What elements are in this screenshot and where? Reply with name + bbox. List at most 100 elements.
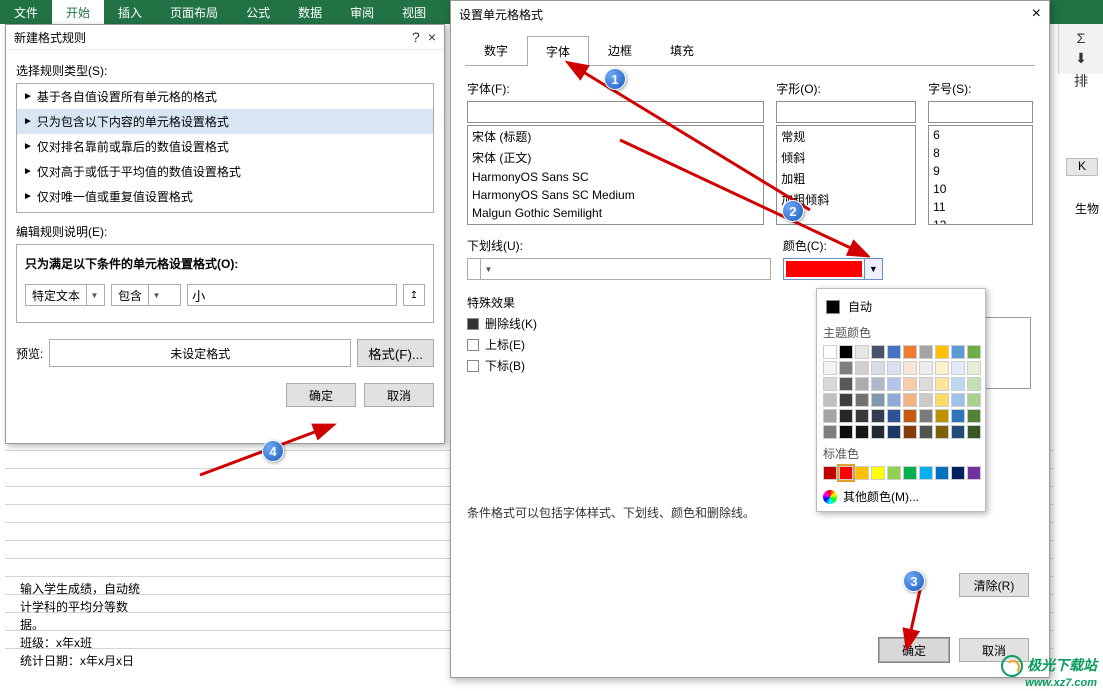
size-opt-5[interactable]: 12 <box>929 216 1032 225</box>
color-swatch[interactable] <box>839 393 853 407</box>
color-swatch[interactable] <box>919 466 933 480</box>
color-swatch[interactable] <box>887 377 901 391</box>
color-swatch[interactable] <box>967 425 981 439</box>
color-swatch[interactable] <box>967 377 981 391</box>
color-swatch[interactable] <box>951 409 965 423</box>
size-opt-0[interactable]: 6 <box>929 126 1032 144</box>
color-swatch[interactable] <box>951 361 965 375</box>
font-input[interactable] <box>467 101 764 123</box>
style-opt-2[interactable]: 加粗 <box>777 168 915 189</box>
tab-fill[interactable]: 填充 <box>651 35 713 65</box>
color-swatch[interactable] <box>871 361 885 375</box>
size-opt-1[interactable]: 8 <box>929 144 1032 162</box>
ribbon-tab-view[interactable]: 视图 <box>388 0 440 25</box>
column-header-k[interactable]: K <box>1066 158 1098 176</box>
condition-type-combo[interactable]: 特定文本▼ <box>25 284 105 306</box>
rule-item-2[interactable]: ►仅对排名靠前或靠后的数值设置格式 <box>17 134 433 159</box>
size-opt-4[interactable]: 11 <box>929 198 1032 216</box>
close-icon[interactable]: × <box>428 29 436 45</box>
color-swatch[interactable] <box>887 361 901 375</box>
auto-color-row[interactable]: 自动 <box>823 295 979 318</box>
style-opt-3[interactable]: 加粗倾斜 <box>777 189 915 210</box>
color-swatch[interactable] <box>823 377 837 391</box>
chevron-down-icon[interactable]: ▼ <box>864 259 882 279</box>
ribbon-tab-data[interactable]: 数据 <box>284 0 336 25</box>
ribbon-tab-layout[interactable]: 页面布局 <box>156 0 232 25</box>
color-swatch[interactable] <box>823 361 837 375</box>
color-swatch[interactable] <box>823 393 837 407</box>
color-swatch[interactable] <box>855 409 869 423</box>
style-list[interactable]: 常规 倾斜 加粗 加粗倾斜 <box>776 125 916 225</box>
style-input[interactable] <box>776 101 916 123</box>
color-swatch[interactable] <box>919 409 933 423</box>
color-swatch[interactable] <box>839 425 853 439</box>
ribbon-tab-file[interactable]: 文件 <box>0 0 52 25</box>
tab-border[interactable]: 边框 <box>589 35 651 65</box>
color-swatch[interactable] <box>871 393 885 407</box>
color-swatch[interactable] <box>951 393 965 407</box>
color-swatch[interactable] <box>903 425 917 439</box>
tab-font[interactable]: 字体 <box>527 36 589 66</box>
size-input[interactable] <box>928 101 1033 123</box>
style-opt-0[interactable]: 常规 <box>777 126 915 147</box>
color-swatch[interactable] <box>871 345 885 359</box>
fill-icon[interactable]: ⬇ <box>1075 50 1087 67</box>
color-swatch[interactable] <box>903 393 917 407</box>
font-opt-0[interactable]: 宋体 (标题) <box>468 126 763 147</box>
color-swatch[interactable] <box>919 361 933 375</box>
color-swatch[interactable] <box>919 425 933 439</box>
color-swatch[interactable] <box>839 361 853 375</box>
color-swatch[interactable] <box>967 345 981 359</box>
color-swatch[interactable] <box>919 345 933 359</box>
format-button[interactable]: 格式(F)... <box>357 339 434 367</box>
font-opt-1[interactable]: 宋体 (正文) <box>468 147 763 168</box>
color-swatch[interactable] <box>855 377 869 391</box>
color-swatch[interactable] <box>919 393 933 407</box>
font-list[interactable]: 宋体 (标题) 宋体 (正文) HarmonyOS Sans SC Harmon… <box>467 125 764 225</box>
color-swatch[interactable] <box>887 345 901 359</box>
font-opt-5[interactable]: Microsoft YaHei UI <box>468 222 763 225</box>
rule-ok-button[interactable]: 确定 <box>286 383 356 407</box>
color-swatch[interactable] <box>903 345 917 359</box>
color-swatch[interactable] <box>935 393 949 407</box>
color-swatch[interactable] <box>935 425 949 439</box>
color-swatch[interactable] <box>839 409 853 423</box>
color-swatch[interactable] <box>839 466 853 480</box>
condition-text-input[interactable] <box>187 284 397 306</box>
close-icon[interactable]: × <box>1032 5 1041 23</box>
ribbon-tab-review[interactable]: 审阅 <box>336 0 388 25</box>
style-opt-1[interactable]: 倾斜 <box>777 147 915 168</box>
color-swatch[interactable] <box>951 466 965 480</box>
autosum-icon[interactable]: Σ <box>1077 30 1086 46</box>
color-swatch[interactable] <box>855 345 869 359</box>
color-swatch[interactable] <box>855 361 869 375</box>
color-swatch[interactable] <box>903 466 917 480</box>
color-swatch[interactable] <box>919 377 933 391</box>
color-swatch[interactable] <box>935 409 949 423</box>
color-swatch[interactable] <box>967 409 981 423</box>
color-swatch[interactable] <box>823 345 837 359</box>
color-swatch[interactable] <box>935 466 949 480</box>
range-select-icon[interactable]: ↥ <box>403 284 425 306</box>
color-swatch[interactable] <box>951 425 965 439</box>
rule-item-0[interactable]: ►基于各自值设置所有单元格的格式 <box>17 84 433 109</box>
underline-combo[interactable]: ▼ <box>467 258 771 280</box>
condition-op-combo[interactable]: 包含▼ <box>111 284 181 306</box>
ribbon-tab-insert[interactable]: 插入 <box>104 0 156 25</box>
rule-type-list[interactable]: ►基于各自值设置所有单元格的格式 ►只为包含以下内容的单元格设置格式 ►仅对排名… <box>16 83 434 213</box>
rule-item-4[interactable]: ►仅对唯一值或重复值设置格式 <box>17 184 433 209</box>
color-swatch[interactable] <box>887 466 901 480</box>
help-icon[interactable]: ? <box>412 29 420 45</box>
color-swatch[interactable] <box>855 466 869 480</box>
size-opt-3[interactable]: 10 <box>929 180 1032 198</box>
color-swatch[interactable] <box>855 425 869 439</box>
font-opt-2[interactable]: HarmonyOS Sans SC <box>468 168 763 186</box>
size-opt-2[interactable]: 9 <box>929 162 1032 180</box>
chevron-down-icon[interactable]: ▼ <box>480 259 496 279</box>
color-swatch[interactable] <box>871 377 885 391</box>
rule-cancel-button[interactable]: 取消 <box>364 383 434 407</box>
color-swatch[interactable] <box>871 409 885 423</box>
color-swatch[interactable] <box>839 377 853 391</box>
font-opt-4[interactable]: Malgun Gothic Semilight <box>468 204 763 222</box>
font-color-combo[interactable]: ▼ <box>783 258 883 280</box>
